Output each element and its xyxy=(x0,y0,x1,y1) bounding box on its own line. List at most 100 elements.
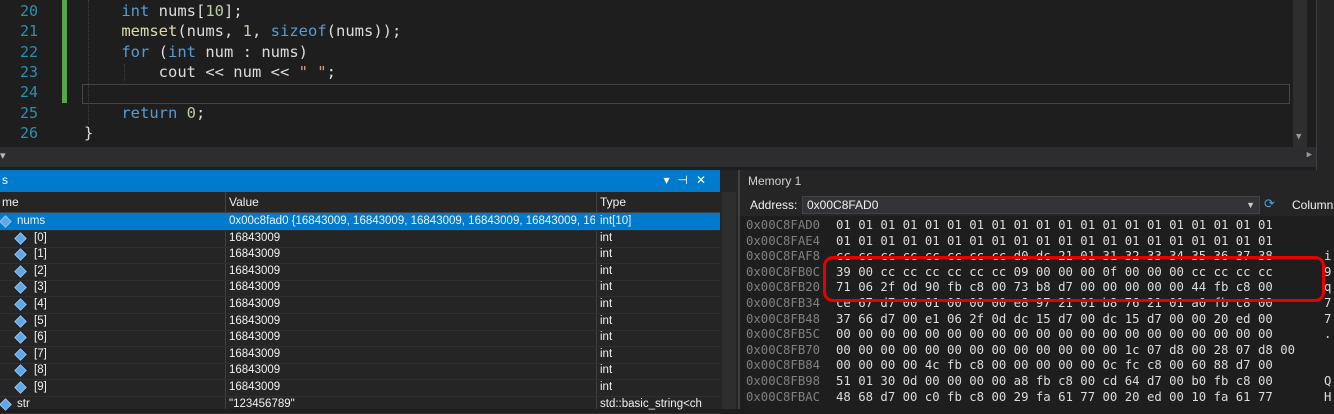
cell-name: [1] xyxy=(34,248,47,261)
cell-value[interactable]: 16843009 xyxy=(229,362,595,379)
memory-row[interactable]: 0x00C8FAD0 01 01 01 01 01 01 01 01 01 01 … xyxy=(746,218,1273,233)
code-line[interactable]: memset(nums, 1, sizeof(nums)); xyxy=(84,21,401,41)
memory-panel-title[interactable]: Memory 1 xyxy=(748,174,801,188)
cell-value[interactable]: 16843009 xyxy=(229,296,595,313)
code-token: } xyxy=(84,123,94,142)
cell-type: int xyxy=(600,298,613,310)
memory-row[interactable]: 0x00C8FAE4 01 01 01 01 01 01 01 01 01 01 … xyxy=(746,234,1273,249)
memory-row[interactable]: 0x00C8FB20 71 06 2f 0d 90 fb c8 00 73 b8 … xyxy=(746,280,1331,295)
close-icon[interactable]: ✕ xyxy=(696,173,714,187)
pin-icon[interactable]: ⊣ xyxy=(677,173,695,187)
table-row[interactable]: [3] 16843009 int xyxy=(0,279,720,298)
cell-value[interactable]: 16843009 xyxy=(229,230,595,247)
cell-type: int xyxy=(600,381,613,393)
code-token: int xyxy=(168,42,196,61)
table-row[interactable]: nums 0x00c8fad0 {16843009, 16843009, 1684… xyxy=(0,213,720,231)
cell-name: [8] xyxy=(34,364,47,377)
cell-value[interactable]: 16843009 xyxy=(229,263,595,280)
table-row[interactable]: [6] 16843009 int xyxy=(0,329,720,348)
columns-label[interactable]: Column xyxy=(1292,198,1333,212)
memory-row[interactable]: 0x00C8FBAC 48 68 d7 00 c0 fb c8 00 29 fa … xyxy=(746,390,1331,405)
code-editor[interactable]: 20 21 22 23 24 25 26 int nums[10]; memset(nums… xyxy=(0,0,1316,147)
table-row[interactable]: [0] 16843009 int xyxy=(0,230,720,248)
memory-dump[interactable]: 0x00C8FAD0 01 01 01 01 01 01 01 01 01 01 … xyxy=(740,216,1334,409)
chevron-down-icon[interactable]: ▼ xyxy=(1246,197,1255,213)
chevron-down-icon[interactable]: ▾ xyxy=(663,173,677,187)
memory-row[interactable]: 0x00C8FB84 00 00 00 00 4c fb c8 00 00 00 … xyxy=(746,358,1273,373)
code-line[interactable]: cout << num << " "; xyxy=(84,62,336,82)
cell-value[interactable]: 16843009 xyxy=(229,346,595,363)
table-row[interactable]: [4] 16843009 int xyxy=(0,296,720,314)
line-number: 21 xyxy=(19,22,38,41)
memory-bytes: 00 00 00 00 00 00 00 00 00 00 00 00 00 0… xyxy=(836,327,1273,342)
code-token: sizeof xyxy=(270,22,327,41)
memory-ascii: 7 xyxy=(1324,296,1332,310)
table-row[interactable]: [8] 16843009 int xyxy=(0,362,720,381)
address-label: Address: xyxy=(750,198,798,212)
line-number: 20 xyxy=(19,2,38,20)
variable-icon xyxy=(14,364,27,378)
cell-value[interactable]: 0x00c8fad0 {16843009, 16843009, 16843009… xyxy=(229,213,595,230)
code-token: " " xyxy=(298,62,327,81)
editor-horizontal-scrollbar[interactable]: ▾ ▶ xyxy=(0,147,1316,167)
memory-panel: Memory 1 Address: 0x00C8FAD0 ▼ ⟳ Column … xyxy=(740,170,1334,409)
code-token: 10 xyxy=(205,2,224,20)
code-line[interactable]: return 0; xyxy=(84,103,205,123)
variable-icon xyxy=(14,348,27,361)
code-line[interactable]: int nums[10]; xyxy=(84,1,242,21)
memory-ascii: H xyxy=(1324,389,1332,404)
table-row[interactable]: [7] 16843009 int xyxy=(0,346,720,364)
code-token: 1 xyxy=(242,22,252,41)
memory-bytes: 51 01 30 0d 00 00 00 00 a8 fb c8 00 cd 6… xyxy=(836,374,1273,388)
table-row[interactable]: [2] 16843009 int xyxy=(0,263,720,281)
scroll-right-icon[interactable]: ▶ xyxy=(1307,150,1312,160)
code-line[interactable]: for (int num : nums) xyxy=(84,42,308,62)
table-row[interactable]: str "123456789" std::basic_string<ch xyxy=(0,396,720,414)
memory-row[interactable]: 0x00C8FB48 37 66 d7 00 e1 06 2f 0d dc 15 … xyxy=(746,312,1331,327)
column-header-value[interactable]: Value xyxy=(229,195,259,209)
cell-value[interactable]: "123456789" xyxy=(229,396,595,413)
cell-value[interactable]: 16843009 xyxy=(229,313,595,330)
memory-ascii: q xyxy=(1324,280,1332,295)
memory-address-bar: Address: 0x00C8FAD0 ▼ ⟳ Column xyxy=(740,194,1334,216)
code-token: cout << num << xyxy=(158,62,299,81)
memory-addr: 0x00C8FAD0 xyxy=(746,218,821,232)
locals-panel-title-bar: s ▾⊣✕ xyxy=(0,170,720,192)
locals-table: nums 0x00c8fad0 {16843009, 16843009, 1684… xyxy=(0,213,720,414)
code-token: (nums)); xyxy=(326,22,402,41)
cell-type: int xyxy=(600,281,613,294)
memory-addr: 0x00C8FB20 xyxy=(746,280,821,295)
table-row[interactable]: [5] 16843009 int xyxy=(0,313,720,331)
locals-vertical-scrollbar[interactable] xyxy=(722,192,736,409)
table-row[interactable]: [9] 16843009 int xyxy=(0,379,720,397)
cell-type: int xyxy=(600,264,613,277)
code-line[interactable]: } xyxy=(84,123,93,143)
variable-icon xyxy=(14,298,27,311)
memory-row[interactable]: 0x00C8FB70 00 00 00 00 00 00 00 00 00 00 … xyxy=(746,342,1295,358)
memory-row[interactable]: 0x00C8FB5C 00 00 00 00 00 00 00 00 00 00 … xyxy=(746,327,1331,342)
cell-value[interactable]: 16843009 xyxy=(229,246,595,263)
memory-row[interactable]: 0x00C8FB0C 39 00 cc cc cc cc cc cc 09 00 … xyxy=(746,265,1331,280)
memory-row[interactable]: 0x00C8FB34 ce 67 d7 00 01 00 00 00 e8 97 … xyxy=(746,296,1331,311)
scroll-down-icon[interactable]: ▼ xyxy=(1296,132,1301,142)
column-header-name[interactable]: me xyxy=(2,195,19,209)
address-input[interactable]: 0x00C8FAD0 ▼ xyxy=(802,196,1260,214)
memory-addr: 0x00C8FB70 xyxy=(746,342,821,357)
code-token: (nums, xyxy=(177,22,243,41)
memory-row[interactable]: 0x00C8FAF8 cc cc cc cc cc cc cc cc d0 dc … xyxy=(746,249,1331,264)
memory-row[interactable]: 0x00C8FB98 51 01 30 0d 00 00 00 00 a8 fb … xyxy=(746,374,1331,389)
zoom-dropdown-icon[interactable]: ▾ xyxy=(0,149,6,162)
line-number: 26 xyxy=(19,123,38,142)
editor-vertical-scrollbar[interactable]: ▼ xyxy=(1293,0,1307,147)
cell-value[interactable]: 16843009 xyxy=(229,329,595,346)
panel-title: s xyxy=(2,173,8,187)
column-header-type[interactable]: Type xyxy=(600,195,626,209)
table-row[interactable]: [1] 16843009 int xyxy=(0,246,720,265)
cell-value[interactable]: 16843009 xyxy=(229,379,595,396)
memory-ascii: . xyxy=(1324,327,1332,342)
cell-value[interactable]: 16843009 xyxy=(229,279,595,296)
refresh-icon[interactable]: ⟳ xyxy=(1264,197,1275,212)
